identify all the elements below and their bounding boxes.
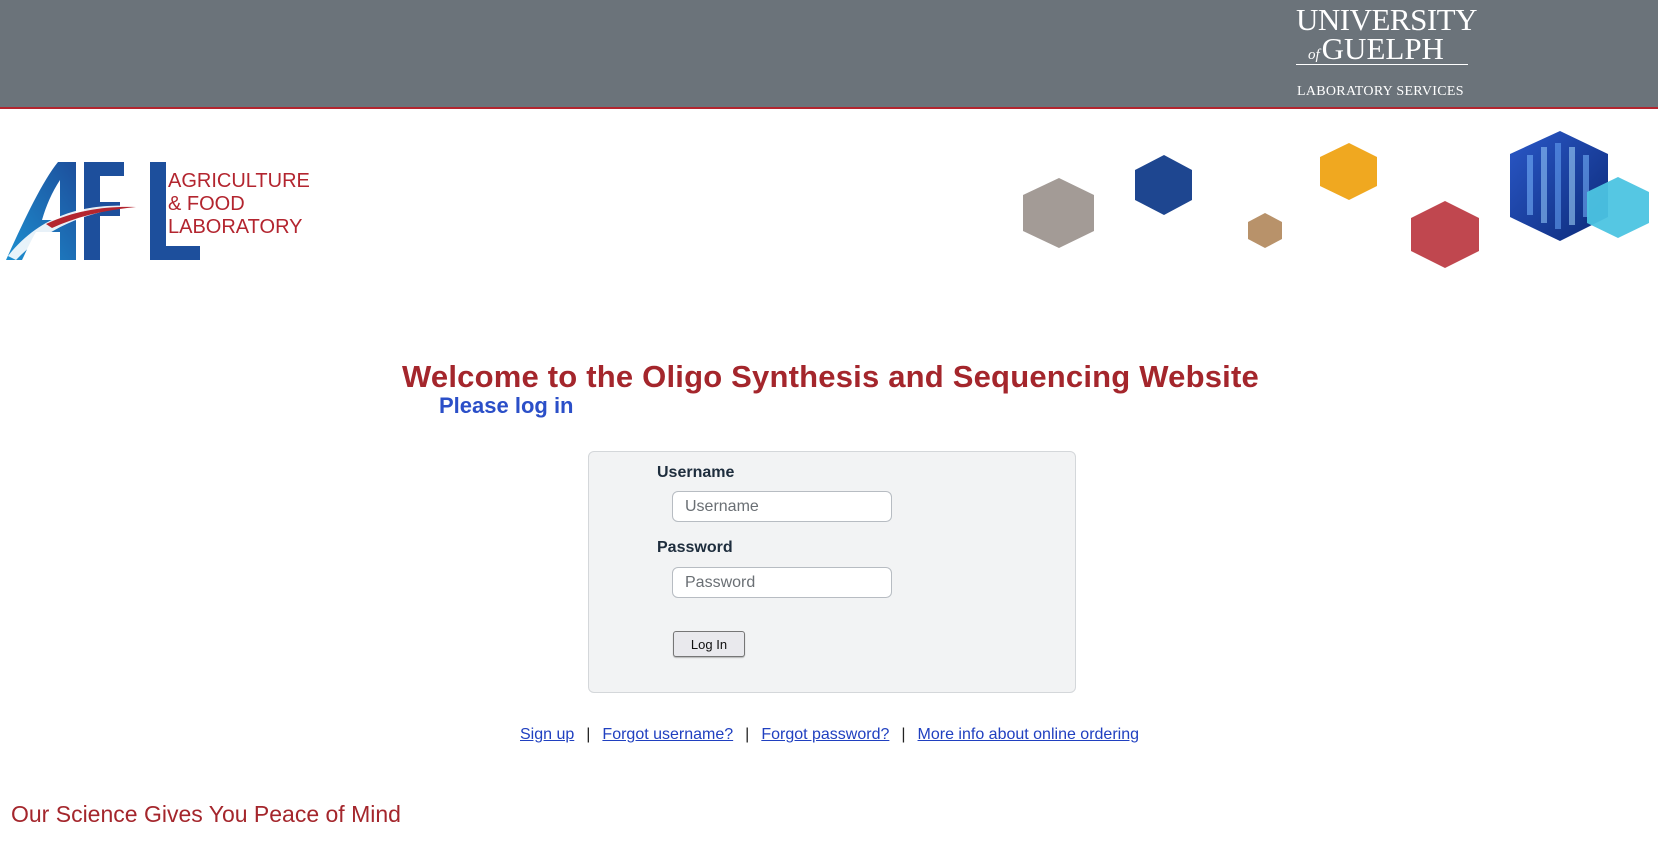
university-of-word: of [1308,47,1320,63]
guelph-word: GUELPH [1321,31,1444,66]
link-separator: | [586,726,591,743]
more-info-link[interactable]: More info about online ordering [918,726,1139,743]
link-separator: | [745,726,750,743]
university-of-guelph-logo[interactable]: UNIVERSITY ofGUELPH LABORATORY SERVICES [1296,4,1478,99]
username-label: Username [657,464,735,481]
hexagon-red [1411,201,1479,268]
afl-logo-text: AGRICULTURE & FOOD LABORATORY [168,170,310,239]
footer-slogan: Our Science Gives You Peace of Mind [11,801,401,827]
password-label: Password [657,539,733,556]
afl-text-line2: & FOOD [168,193,245,215]
header-bar: UNIVERSITY ofGUELPH LABORATORY SERVICES [0,0,1658,109]
forgot-username-link[interactable]: Forgot username? [602,726,733,743]
login-form: Username Password Log In [588,451,1076,693]
log-in-button[interactable]: Log In [673,631,745,657]
afl-text-line1: AGRICULTURE [168,170,310,192]
hexagon-gray [1023,178,1094,248]
sign-up-link[interactable]: Sign up [520,726,574,743]
hexagon-navy [1135,155,1192,215]
password-input[interactable] [672,567,892,598]
afl-letter-a [6,162,76,260]
forgot-password-link[interactable]: Forgot password? [761,726,889,743]
afl-text-line3: LABORATORY [168,216,303,238]
account-links: Sign up | Forgot username? | Forgot password… [520,726,1140,744]
hexagon-gold [1320,143,1377,200]
username-input[interactable] [672,491,892,522]
department-name: LABORATORY SERVICES [1297,84,1464,99]
hexagon-tan [1248,213,1282,248]
logo-divider [1296,64,1468,65]
decorative-hexagons [1023,131,1649,268]
login-subtitle: Please log in [439,393,574,418]
page-title: Welcome to the Oligo Synthesis and Seque… [402,359,1259,394]
link-separator: | [901,726,906,743]
